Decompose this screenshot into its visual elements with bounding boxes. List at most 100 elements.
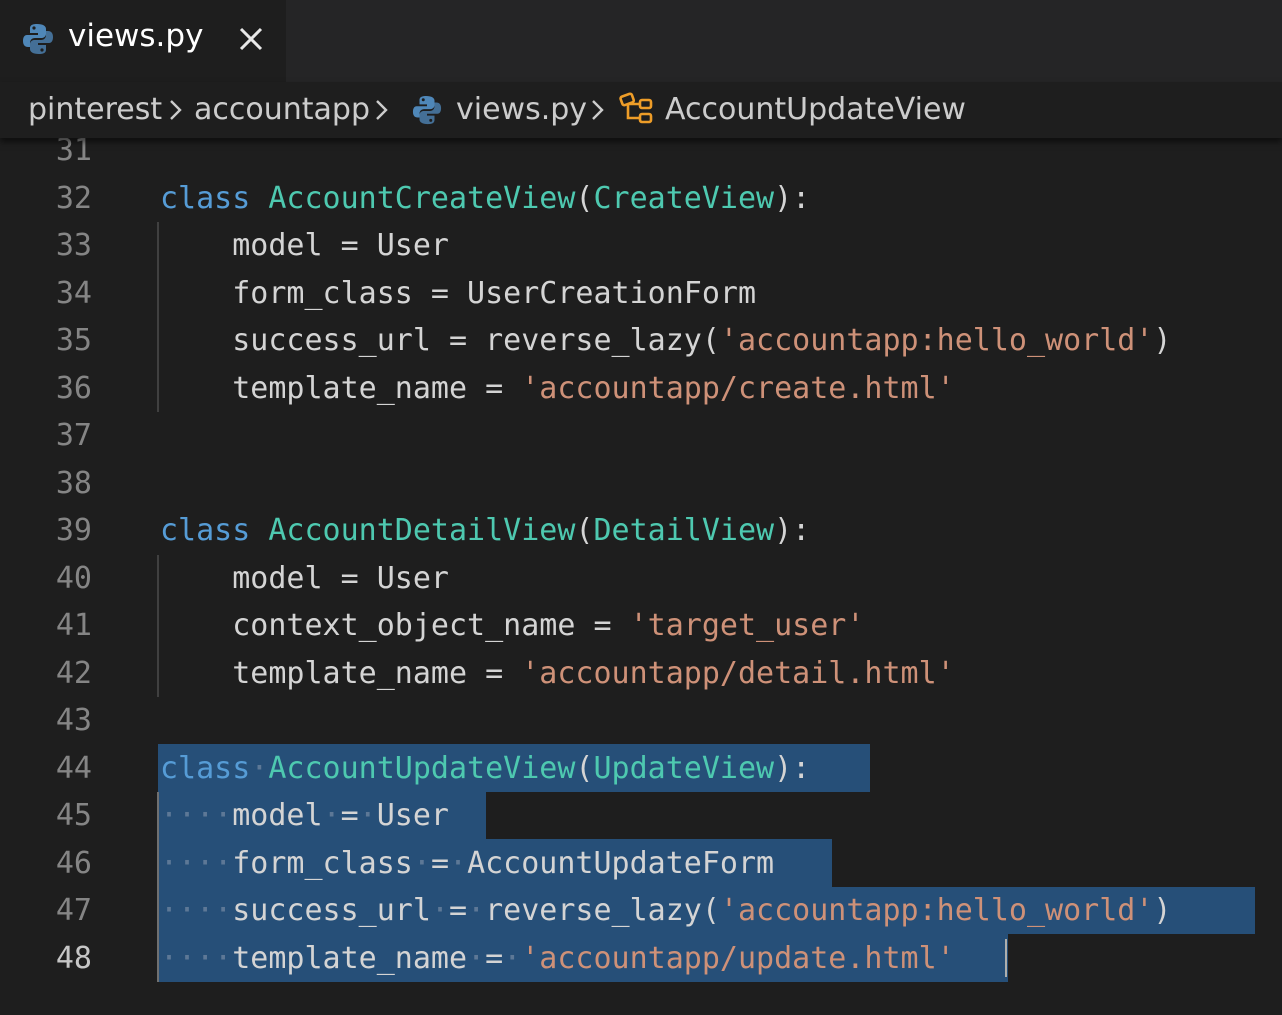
tab-label: views.py <box>68 18 204 54</box>
code-token: AccountUpdateForm <box>467 846 775 881</box>
code-token: · <box>467 941 486 976</box>
chevron-right-icon <box>374 96 390 124</box>
code-token: · <box>503 941 522 976</box>
indent-guide <box>157 792 159 982</box>
code-token: = <box>430 846 449 881</box>
breadcrumb-item-account-update-view[interactable]: AccountUpdateView <box>665 92 966 127</box>
code-token: 'accountapp/update.html' <box>521 941 955 976</box>
code-token: AccountCreateView <box>268 181 576 216</box>
tab-bar: views.py <box>0 0 1282 82</box>
code-token: success_url = reverse_lazy( <box>160 323 720 358</box>
code-token: DetailView <box>593 513 775 548</box>
line-number: 33 <box>55 228 92 263</box>
code-token: = <box>340 798 359 833</box>
code-token: template_name <box>232 941 468 976</box>
line-number: 36 <box>55 371 92 406</box>
code-token: 'target_user' <box>629 608 865 643</box>
line-number: 34 <box>55 276 92 311</box>
code-token: · <box>412 846 431 881</box>
line-number: 45 <box>55 798 92 833</box>
code-token: success_url <box>232 893 431 928</box>
code-line[interactable]: model = User <box>160 555 449 603</box>
code-token: ( <box>575 181 594 216</box>
line-number: 47 <box>55 893 92 928</box>
code-line[interactable]: ····success_url·=·reverse_lazy('accounta… <box>160 887 1171 935</box>
code-line[interactable]: ····form_class·=·AccountUpdateForm <box>160 840 774 888</box>
indent-guide <box>157 222 159 412</box>
code-line[interactable]: ····template_name·=·'accountapp/update.h… <box>160 935 955 983</box>
code-line[interactable]: class AccountCreateView(CreateView): <box>160 175 810 223</box>
code-line[interactable]: context_object_name = 'target_user' <box>160 602 864 650</box>
code-line[interactable]: ····model·=·User <box>160 792 449 840</box>
code-line[interactable]: model = User <box>160 222 449 270</box>
code-token: · <box>467 893 486 928</box>
code-token: 'accountapp:hello_world' <box>719 323 1154 358</box>
code-token: ( <box>575 751 594 786</box>
code-line[interactable]: template_name = 'accountapp/create.html' <box>160 365 954 413</box>
line-number: 44 <box>55 751 92 786</box>
code-token: ): <box>774 181 811 216</box>
python-file-icon <box>412 94 442 130</box>
code-token: template_name = <box>160 371 522 406</box>
code-token: model = User <box>160 228 449 263</box>
code-token: CreateView <box>593 181 775 216</box>
line-number: 31 <box>55 138 92 168</box>
code-token: model = User <box>160 561 449 596</box>
code-token: ···· <box>160 941 233 976</box>
code-token: · <box>358 798 377 833</box>
code-token: class <box>160 181 251 216</box>
code-token: 'accountapp/detail.html' <box>521 656 955 691</box>
code-editor[interactable]: 31 32 class AccountCreateView(CreateView):… <box>0 138 1282 1015</box>
code-token: ···· <box>160 798 233 833</box>
code-line[interactable]: form_class = UserCreationForm <box>160 270 756 318</box>
line-number: 32 <box>55 181 92 216</box>
code-token: ): <box>774 513 811 548</box>
line-number: 42 <box>55 656 92 691</box>
code-token: reverse_lazy( <box>485 893 720 928</box>
line-number: 38 <box>55 466 92 501</box>
breadcrumb-item-accountapp[interactable]: accountapp <box>194 92 370 127</box>
code-token: = <box>485 941 504 976</box>
line-number: 40 <box>55 561 92 596</box>
breadcrumb-item-pinterest[interactable]: pinterest <box>28 92 162 127</box>
line-number: 39 <box>55 513 92 548</box>
code-token: AccountDetailView <box>268 513 576 548</box>
code-token: ) <box>1153 323 1172 358</box>
tab-views-py[interactable]: views.py <box>0 0 286 82</box>
code-token: UpdateView <box>593 751 775 786</box>
line-number: 35 <box>55 323 92 358</box>
close-icon[interactable] <box>236 24 266 54</box>
code-token: ( <box>575 513 594 548</box>
code-token: form_class <box>232 846 413 881</box>
code-token: AccountUpdateView <box>268 751 576 786</box>
class-symbol-icon <box>618 92 656 130</box>
text-cursor <box>1005 939 1007 977</box>
indent-guide <box>157 555 159 697</box>
code-token: form_class = UserCreationForm <box>160 276 757 311</box>
line-number: 48 <box>55 941 92 976</box>
code-token: ): <box>774 751 811 786</box>
code-line[interactable]: class AccountDetailView(DetailView): <box>160 507 810 555</box>
line-number: 46 <box>55 846 92 881</box>
code-token: ) <box>1153 893 1172 928</box>
line-number: 41 <box>55 608 92 643</box>
line-number: 37 <box>55 418 92 453</box>
code-token: · <box>322 798 341 833</box>
code-token: · <box>250 751 269 786</box>
code-token: ···· <box>160 846 233 881</box>
breadcrumb-item-views-py[interactable]: views.py <box>456 92 587 127</box>
code-token: 'accountapp:hello_world' <box>719 893 1154 928</box>
code-line[interactable]: template_name = 'accountapp/detail.html' <box>160 650 955 698</box>
code-line[interactable]: success_url = reverse_lazy('accountapp:h… <box>160 317 1171 365</box>
code-line[interactable]: class·AccountUpdateView(UpdateView): <box>160 745 810 793</box>
chevron-right-icon <box>590 96 606 124</box>
code-token: User <box>376 798 449 833</box>
python-file-icon <box>22 22 54 56</box>
code-token: · <box>430 893 449 928</box>
line-number: 43 <box>55 703 92 738</box>
code-token: class <box>160 513 251 548</box>
chevron-right-icon <box>168 96 184 124</box>
breadcrumb: pinterest accountapp views.py AccountUpd… <box>0 82 1282 138</box>
code-token: ···· <box>160 893 233 928</box>
